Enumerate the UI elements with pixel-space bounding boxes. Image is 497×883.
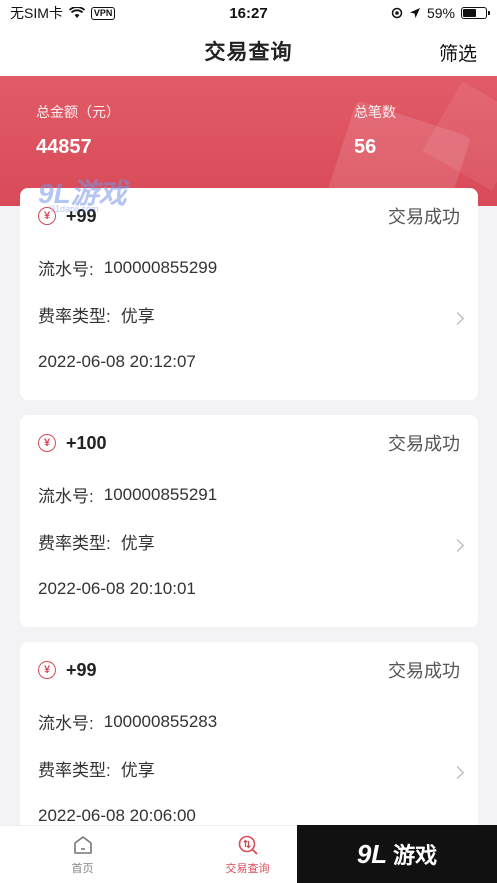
battery-fill [463,9,476,17]
home-icon [73,835,92,854]
corner-watermark-text: 游戏 [393,843,438,868]
carrier-text: 无SIM卡 [10,5,63,21]
corner-watermark-logo: 9L [356,838,388,869]
rate-label: 费率类型: [38,761,111,780]
total-amount-block: 总金额（元） 44857 [36,102,120,159]
battery-icon [461,7,490,19]
navigation-bar: 交易查询 筛选 [0,26,497,76]
wifi-icon [68,7,85,18]
total-count-label: 总笔数 [354,104,396,120]
transaction-query-icon [238,835,257,854]
serial-label: 流水号: [38,487,94,506]
transaction-card[interactable]: ¥ +99 交易成功 流水号: 100000855283 费率类型: 优享 2022… [20,642,478,854]
transaction-status: 交易成功 [388,434,460,454]
transaction-datetime: 2022-06-08 20:06:00 [38,805,196,825]
tab-home[interactable]: 首页 [0,826,165,883]
transaction-card[interactable]: ¥ +99 交易成功 流水号: 100000855299 费率类型: 优享 2022… [20,188,478,400]
rate-label: 费率类型: [38,307,111,326]
battery-percent: 59% [426,5,455,21]
rate-label: 费率类型: [38,534,111,553]
status-time: 16:27 [229,4,268,22]
transaction-list: ¥ +99 交易成功 流水号: 100000855299 费率类型: 优享 2022… [20,188,478,869]
total-count-block: 总笔数 56 [354,102,396,159]
rate-value: 优享 [120,534,155,553]
serial-value: 100000855283 [103,711,218,731]
total-count-value: 56 [354,136,377,158]
rate-value: 优享 [120,761,155,780]
status-bar: 无SIM卡 VPN 16:27 59% [0,0,497,26]
tab-home-label: 首页 [71,862,94,875]
transaction-amount: +99 [66,659,97,680]
transaction-amount: +100 [66,432,107,453]
serial-value: 100000855299 [103,257,218,277]
vpn-badge: VPN [90,6,116,20]
transaction-card[interactable]: ¥ +100 交易成功 流水号: 100000855291 费率类型: 优享 202… [20,415,478,627]
page-title: 交易查询 [204,41,293,64]
navigation-arrow-icon [409,8,420,18]
transaction-status: 交易成功 [388,661,460,681]
total-amount-value: 44857 [36,136,92,158]
transaction-datetime: 2022-06-08 20:10:01 [38,578,196,598]
tab-transaction-query-label: 交易查询 [225,862,270,875]
transaction-datetime: 2022-06-08 20:12:07 [38,351,196,371]
serial-label: 流水号: [38,260,94,279]
yuan-icon: ¥ [38,661,56,679]
total-amount-label: 总金额（元） [36,104,120,120]
rate-value: 优享 [120,307,155,326]
location-icon [391,7,403,19]
corner-watermark: 9L 游戏 [297,825,497,883]
watermark-site: 91danji.com [50,204,99,214]
serial-value: 100000855291 [103,484,218,504]
serial-label: 流水号: [38,714,94,733]
filter-button[interactable]: 筛选 [439,39,477,66]
transaction-status: 交易成功 [388,207,460,227]
yuan-icon: ¥ [38,434,56,452]
